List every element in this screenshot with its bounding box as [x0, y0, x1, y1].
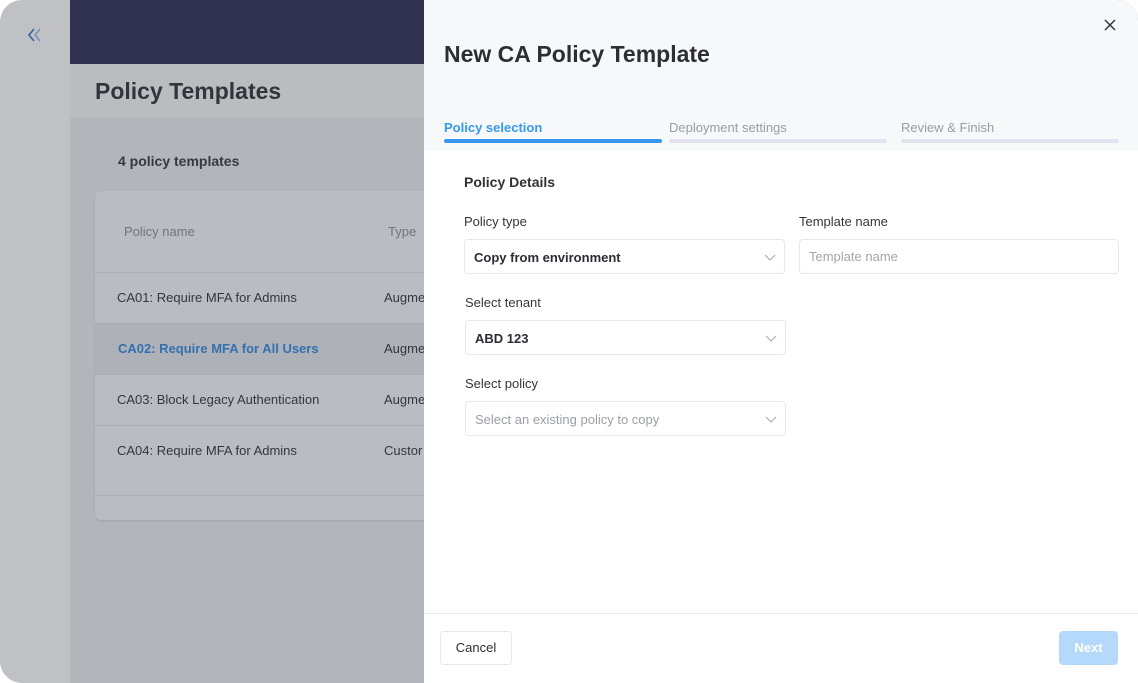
- step-deployment-settings[interactable]: Deployment settings: [669, 120, 887, 144]
- next-button[interactable]: Next: [1059, 631, 1118, 665]
- step-review-finish[interactable]: Review & Finish: [901, 120, 1119, 144]
- template-name-input[interactable]: [800, 240, 1118, 273]
- policy-type-label: Policy type: [464, 214, 527, 229]
- step-label: Deployment settings: [669, 120, 787, 135]
- tenant-select[interactable]: ABD 123: [465, 320, 786, 355]
- step-label: Review & Finish: [901, 120, 995, 135]
- policy-select-placeholder: Select an existing policy to copy: [475, 412, 660, 427]
- cancel-button[interactable]: Cancel: [440, 631, 512, 665]
- chevron-down-icon: [765, 335, 777, 342]
- step-progress-bar: [901, 139, 1119, 143]
- step-policy-selection[interactable]: Policy selection: [444, 120, 662, 144]
- policy-select[interactable]: Select an existing policy to copy: [465, 401, 786, 436]
- drawer-footer: Cancel Next: [424, 613, 1138, 683]
- close-icon: [1104, 19, 1116, 31]
- template-name-field: [799, 239, 1119, 274]
- step-progress-bar: [444, 139, 662, 143]
- close-button[interactable]: [1102, 17, 1118, 33]
- drawer-title: New CA Policy Template: [444, 41, 710, 67]
- step-progress-bar: [669, 139, 887, 143]
- app-window: Policy Templates 4 policy templates Poli…: [0, 0, 1138, 683]
- policy-type-select[interactable]: Copy from environment: [464, 239, 785, 274]
- chevron-down-icon: [765, 416, 777, 423]
- tenant-value: ABD 123: [475, 331, 529, 346]
- policy-type-value: Copy from environment: [474, 250, 621, 265]
- select-tenant-label: Select tenant: [465, 295, 541, 310]
- modal-backdrop[interactable]: [0, 0, 424, 683]
- chevron-down-icon: [764, 254, 776, 261]
- template-name-label: Template name: [799, 214, 888, 229]
- drawer-header: New CA Policy Template Policy selection …: [424, 0, 1138, 151]
- section-title: Policy Details: [464, 174, 556, 190]
- new-policy-template-drawer: New CA Policy Template Policy selection …: [424, 0, 1138, 683]
- select-policy-label: Select policy: [465, 376, 538, 391]
- step-label: Policy selection: [444, 120, 543, 135]
